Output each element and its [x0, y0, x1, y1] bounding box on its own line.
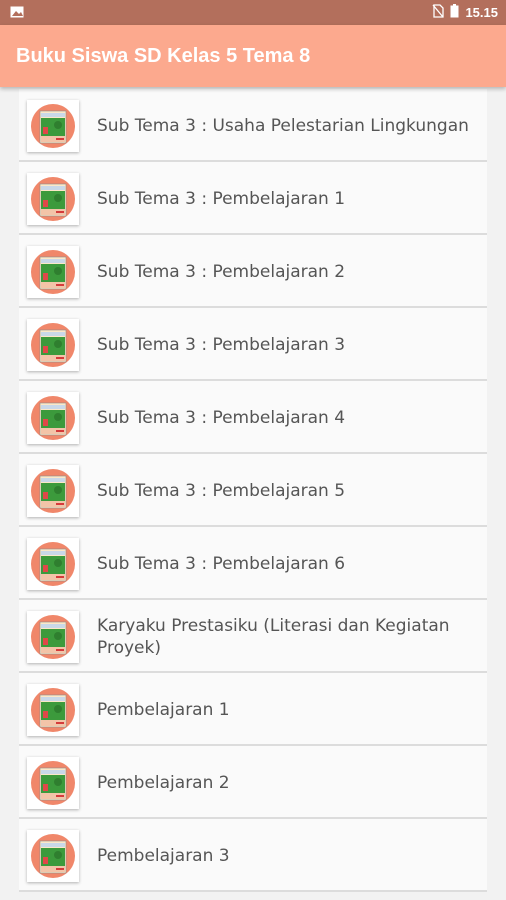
- status-bar: 15.15: [0, 0, 506, 25]
- list-item[interactable]: Sub Tema 3 : Pembelajaran 5: [19, 454, 487, 527]
- list-item[interactable]: Sub Tema 3 : Pembelajaran 3: [19, 308, 487, 381]
- book-cover-icon: [27, 756, 79, 809]
- book-cover-icon: [27, 829, 79, 882]
- list-item-label: Sub Tema 3 : Pembelajaran 3: [97, 334, 346, 355]
- book-cover-icon: [27, 464, 79, 517]
- list-item-label: Sub Tema 3 : Pembelajaran 5: [97, 480, 346, 501]
- list-item-label: Pembelajaran 3: [97, 845, 230, 866]
- image-notification-icon: [10, 3, 24, 22]
- battery-icon: [450, 4, 459, 21]
- book-cover-icon: [27, 245, 79, 298]
- book-cover-icon: [27, 99, 79, 152]
- list-item[interactable]: Karyaku Prestasiku (Literasi dan Kegiata…: [19, 600, 487, 673]
- chapter-list: Sub Tema 3 : Usaha Pelestarian Lingkunga…: [19, 89, 487, 892]
- list-item[interactable]: Pembelajaran 1: [19, 673, 487, 746]
- book-cover-icon: [27, 318, 79, 371]
- book-cover-icon: [27, 172, 79, 225]
- book-cover-icon: [27, 537, 79, 590]
- list-item[interactable]: Sub Tema 3 : Usaha Pelestarian Lingkunga…: [19, 89, 487, 162]
- list-item-label: Karyaku Prestasiku (Literasi dan Kegiata…: [97, 615, 450, 658]
- list-item-label: Pembelajaran 1: [97, 699, 230, 720]
- book-cover-icon: [27, 683, 79, 736]
- list-item[interactable]: Sub Tema 3 : Pembelajaran 6: [19, 527, 487, 600]
- no-sim-icon: [432, 4, 445, 21]
- book-cover-icon: [27, 391, 79, 444]
- status-time: 15.15: [465, 5, 498, 20]
- list-item-label: Pembelajaran 2: [97, 772, 230, 793]
- list-item-label: Sub Tema 3 : Pembelajaran 6: [97, 553, 346, 574]
- list-item[interactable]: Sub Tema 3 : Pembelajaran 4: [19, 381, 487, 454]
- list-item[interactable]: Pembelajaran 3: [19, 819, 487, 892]
- list-item[interactable]: Pembelajaran 2: [19, 746, 487, 819]
- book-cover-icon: [27, 610, 79, 663]
- list-item[interactable]: Sub Tema 3 : Pembelajaran 1: [19, 162, 487, 235]
- list-item-label: Sub Tema 3 : Pembelajaran 1: [97, 188, 346, 209]
- list-item[interactable]: Sub Tema 3 : Pembelajaran 2: [19, 235, 487, 308]
- app-title: Buku Siswa SD Kelas 5 Tema 8: [16, 44, 311, 67]
- list-item-label: Sub Tema 3 : Usaha Pelestarian Lingkunga…: [97, 115, 469, 136]
- app-bar: Buku Siswa SD Kelas 5 Tema 8: [0, 25, 506, 87]
- list-item-label: Sub Tema 3 : Pembelajaran 4: [97, 407, 346, 428]
- list-item-label: Sub Tema 3 : Pembelajaran 2: [97, 261, 346, 282]
